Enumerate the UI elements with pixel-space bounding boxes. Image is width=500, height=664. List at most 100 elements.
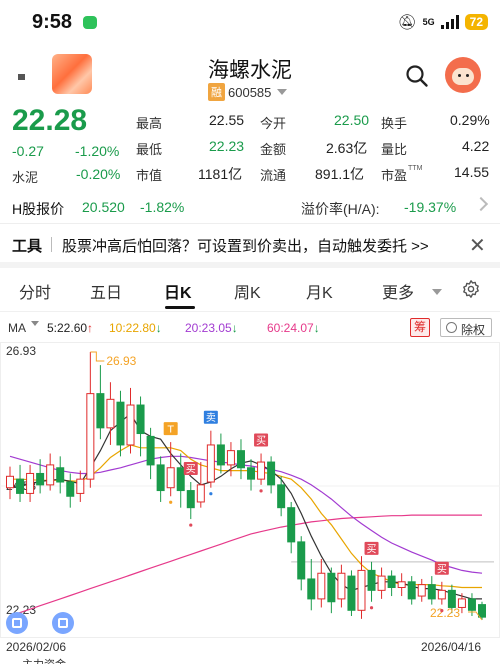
kline-chart[interactable]: 26.9324.5822.2326.9322.23T卖买买买买 bbox=[0, 342, 500, 638]
field-value-turnover: 0.29% bbox=[450, 112, 490, 128]
candle-body bbox=[417, 584, 426, 597]
field-value-low: 22.23 bbox=[209, 138, 245, 154]
y-axis-high-label: 26.93 bbox=[6, 344, 36, 358]
candle-body bbox=[307, 578, 316, 600]
ma-trend-arrow: ↑ bbox=[87, 321, 94, 335]
candle-body bbox=[196, 484, 205, 503]
candle-body bbox=[347, 575, 356, 611]
candle-body bbox=[226, 450, 235, 466]
candle-body bbox=[36, 472, 45, 486]
hshare-price: 20.520 bbox=[82, 199, 125, 215]
ma60-line bbox=[9, 514, 482, 617]
notice-divider bbox=[51, 237, 52, 252]
candle-body bbox=[367, 569, 376, 591]
tab-daily-k[interactable]: 日K bbox=[164, 279, 192, 303]
candle-body bbox=[427, 584, 436, 600]
tool-notice[interactable]: 工具 股票冲高后怕回落？可设置到价卖出，自动触发委托 >> ✕ bbox=[0, 226, 500, 262]
field-value-float: 891.1亿 bbox=[315, 166, 365, 182]
field-value-high: 22.55 bbox=[209, 112, 245, 128]
field-label-market-cap: 市值 bbox=[136, 168, 163, 183]
signal-icon bbox=[440, 15, 459, 29]
field-label-float: 流通 bbox=[260, 168, 287, 183]
candle-body bbox=[26, 472, 35, 494]
field-value-market-cap: 1181亿 bbox=[198, 166, 243, 182]
sector-name[interactable]: 水泥 bbox=[12, 167, 38, 186]
current-price: 22.28 bbox=[12, 104, 88, 137]
tab-intraday[interactable]: 分时 bbox=[19, 279, 51, 303]
ma-trend-arrow: ↓ bbox=[155, 321, 162, 335]
signal-label: 买 bbox=[437, 563, 447, 575]
tab-more[interactable]: 更多 bbox=[382, 279, 414, 303]
candle-body bbox=[156, 464, 165, 492]
signal-label: 卖 bbox=[206, 412, 216, 424]
signal-dot bbox=[189, 523, 193, 527]
candle-body bbox=[186, 490, 195, 509]
adjustment-button[interactable]: 除权 bbox=[440, 318, 492, 337]
candle-body bbox=[56, 467, 65, 483]
candle-body bbox=[46, 464, 55, 486]
signal-label: 买 bbox=[186, 464, 196, 476]
candle-body bbox=[166, 467, 175, 489]
status-time: 9:58 bbox=[32, 11, 73, 33]
ma-item: 60:24.07↓ bbox=[267, 321, 320, 335]
stock-code: 600585 bbox=[228, 84, 272, 100]
expand-icon[interactable] bbox=[6, 612, 28, 634]
capital-flow-label: 主力资金 bbox=[22, 656, 66, 664]
tab-five-day[interactable]: 五日 bbox=[90, 279, 122, 303]
chip-distribution-button[interactable]: 筹 bbox=[410, 318, 430, 337]
price-change-pct: -1.20% bbox=[75, 143, 120, 159]
candle-body bbox=[447, 589, 456, 608]
field-label-low: 最低 bbox=[136, 142, 163, 157]
adjust-icon bbox=[446, 322, 457, 333]
mute-icon: 🔕︎ bbox=[397, 14, 417, 31]
candle-body bbox=[96, 393, 105, 429]
ma-item: 10:22.80↓ bbox=[109, 321, 162, 335]
field-value-volume-ratio: 4.22 bbox=[462, 138, 490, 154]
chevron-right-icon bbox=[473, 196, 489, 212]
signal-dot bbox=[169, 500, 173, 504]
candle-body bbox=[16, 478, 25, 494]
tab-monthly-k[interactable]: 月K bbox=[306, 279, 333, 303]
field-label-high: 最高 bbox=[136, 116, 163, 131]
candle-body bbox=[387, 575, 396, 588]
field-value-amount: 2.63亿 bbox=[326, 140, 368, 156]
search-icon[interactable] bbox=[405, 64, 429, 88]
ma5-line bbox=[9, 412, 482, 600]
candle-body bbox=[257, 461, 266, 480]
field-value-open: 22.50 bbox=[334, 112, 370, 128]
stock-code-selector[interactable]: 融 600585 bbox=[208, 83, 288, 101]
candle-body bbox=[327, 572, 336, 603]
fullscreen-icon[interactable] bbox=[52, 612, 74, 634]
candle-body bbox=[6, 475, 14, 489]
chevron-down-icon[interactable] bbox=[31, 321, 39, 326]
candle-body bbox=[337, 572, 346, 600]
gear-icon[interactable] bbox=[461, 279, 481, 299]
battery-level: 72 bbox=[464, 14, 488, 30]
close-icon[interactable]: ✕ bbox=[469, 233, 486, 258]
tab-weekly-k[interactable]: 周K bbox=[234, 279, 261, 303]
candle-body bbox=[297, 541, 306, 580]
chat-notification-icon bbox=[83, 16, 97, 29]
candle-body bbox=[277, 484, 286, 509]
candle-body bbox=[126, 404, 135, 446]
ma-trend-arrow: ↓ bbox=[231, 321, 238, 335]
candle-body bbox=[407, 581, 416, 600]
margin-badge: 融 bbox=[208, 83, 225, 101]
date-axis: 2026/02/06 2026/04/16 bbox=[0, 638, 500, 654]
candle-body bbox=[467, 598, 476, 611]
hshare-row[interactable]: H股报价 20.520 -1.82% 溢价率(H/A): -19.37% bbox=[0, 190, 500, 224]
avatar[interactable] bbox=[445, 57, 481, 93]
hshare-pct: -1.82% bbox=[140, 199, 185, 215]
adjustment-label: 除权 bbox=[461, 323, 486, 337]
kline-svg: 26.9324.5822.2326.9322.23T卖买买买买 bbox=[0, 342, 500, 638]
candle-body bbox=[116, 401, 125, 446]
quote-panel: 22.28 -0.27 -1.20% 水泥 -0.20% 最高 22.55 今开… bbox=[0, 104, 500, 188]
status-bar: 9:58 🔕︎ 5G 72 bbox=[0, 0, 500, 46]
signal-dot bbox=[369, 606, 374, 610]
notice-text[interactable]: 股票冲高后怕回落？可设置到价卖出，自动触发委托 >> bbox=[62, 235, 429, 256]
notice-tag: 工具 bbox=[12, 238, 43, 255]
candle-body bbox=[136, 404, 145, 435]
date-end: 2026/04/16 bbox=[421, 640, 482, 654]
min-price-marker: 22.23 bbox=[430, 606, 460, 620]
max-price-marker: 26.93 bbox=[106, 354, 136, 368]
